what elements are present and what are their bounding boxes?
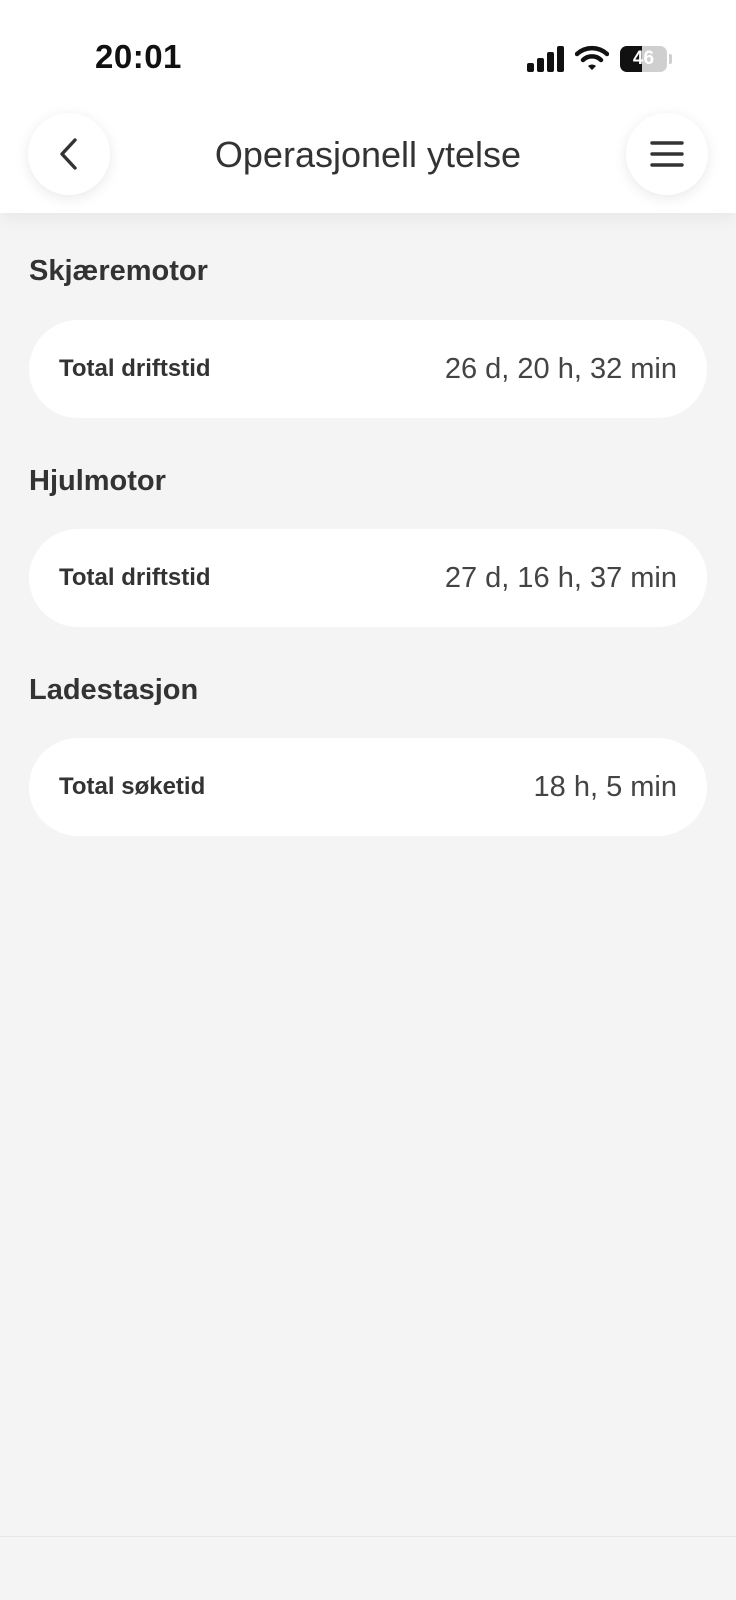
- hamburger-menu-icon: [650, 141, 684, 167]
- card-value: 26 d, 20 h, 32 min: [444, 352, 677, 385]
- status-bar: 20:01 46: [0, 0, 736, 110]
- info-card-skjaeremotor: Total driftstid 26 d, 20 h, 32 min: [29, 320, 707, 418]
- info-card-ladestasjon: Total søketid 18 h, 5 min: [29, 738, 707, 836]
- card-value: 18 h, 5 min: [533, 770, 677, 803]
- card-label: Total søketid: [59, 773, 206, 800]
- card-label: Total driftstid: [59, 564, 211, 591]
- menu-button[interactable]: [626, 113, 708, 195]
- status-time: 20:01: [95, 38, 182, 75]
- card-label: Total driftstid: [59, 355, 211, 382]
- battery-icon: 46: [620, 46, 672, 72]
- wifi-icon: [574, 44, 610, 72]
- section-title-skjaeremotor: Skjæremotor: [29, 255, 208, 287]
- section-title-ladestasjon: Ladestasjon: [29, 674, 199, 706]
- cellular-signal-icon: [527, 46, 565, 72]
- section-title-hjulmotor: Hjulmotor: [29, 465, 166, 497]
- info-card-hjulmotor: Total driftstid 27 d, 16 h, 37 min: [29, 529, 707, 627]
- bottom-divider: [0, 1536, 736, 1537]
- top-bar: 20:01 46 Operasjonell ytelse: [0, 0, 736, 213]
- battery-level: 46: [632, 48, 655, 69]
- card-value: 27 d, 16 h, 37 min: [444, 561, 677, 594]
